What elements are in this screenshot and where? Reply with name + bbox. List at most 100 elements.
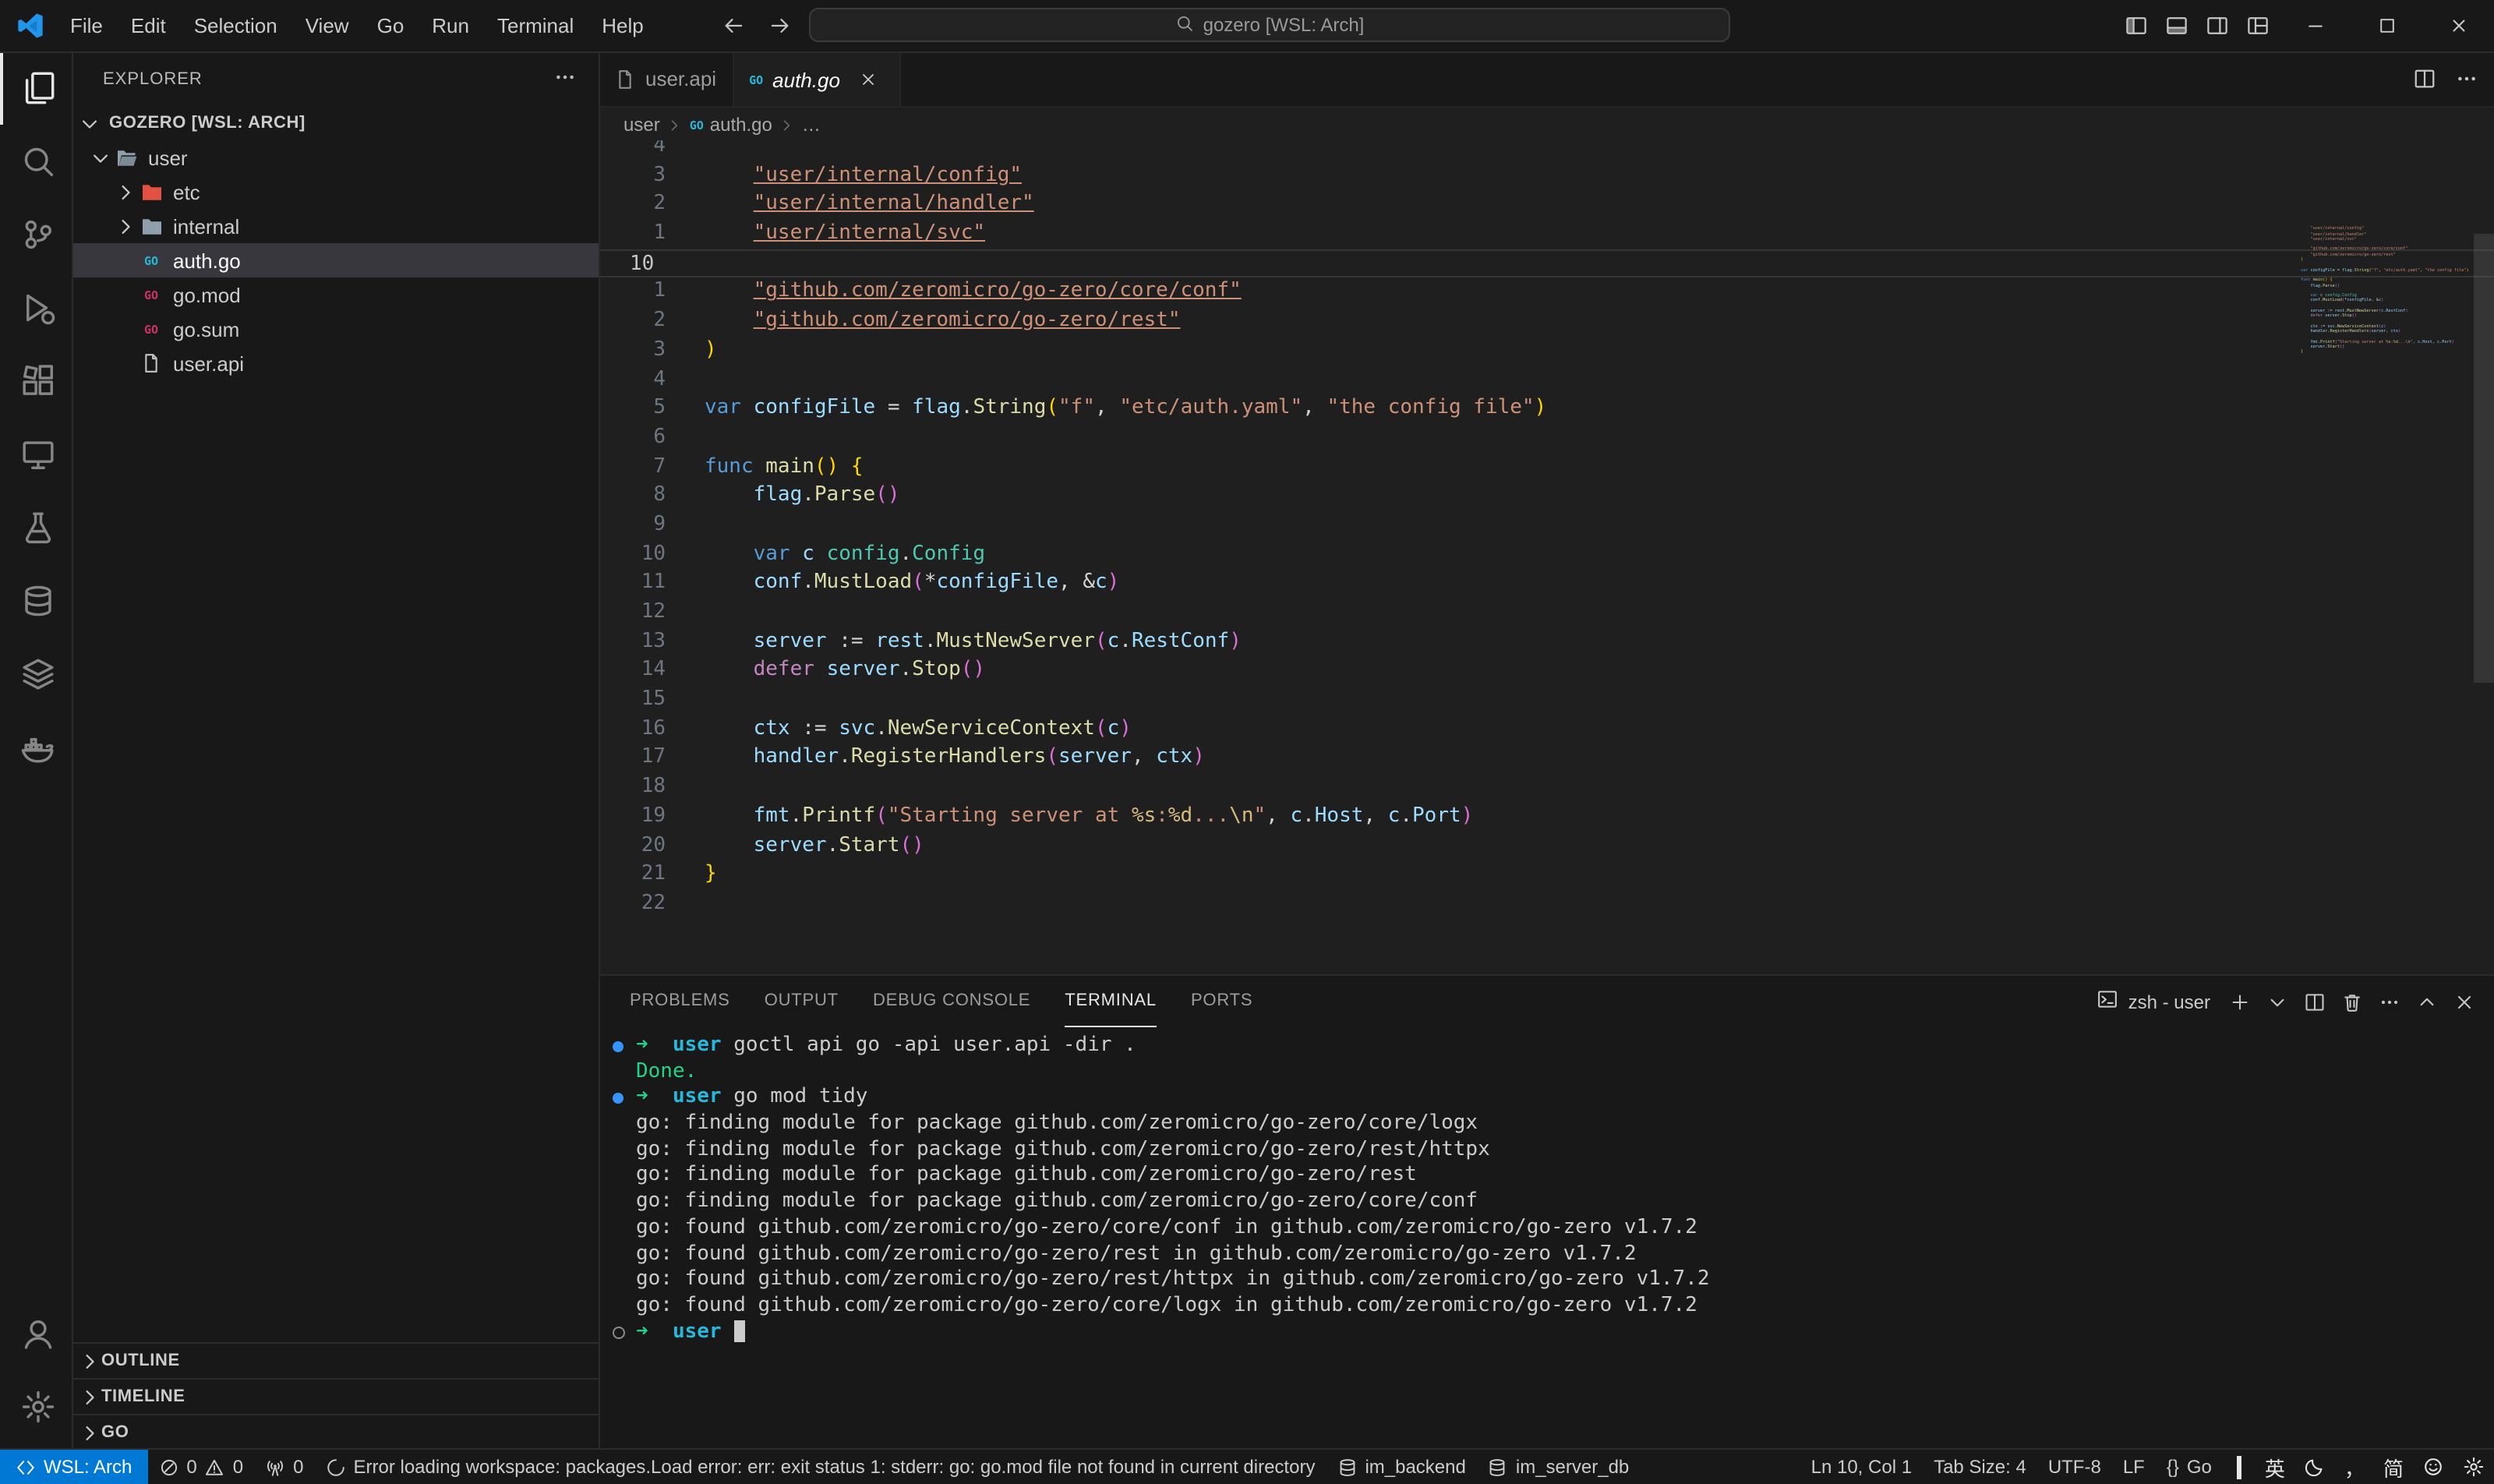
status-item-label: 0 bbox=[293, 1456, 303, 1478]
more-actions-icon[interactable] bbox=[2455, 67, 2478, 90]
activity-item-files[interactable] bbox=[0, 51, 72, 125]
new-terminal-button[interactable] bbox=[2223, 984, 2257, 1019]
terminal-text bbox=[648, 1320, 673, 1345]
maximize-button[interactable] bbox=[2351, 0, 2422, 51]
ime-settings[interactable] bbox=[2453, 1450, 2494, 1484]
breadcrumb-item-auth.go[interactable]: GOauth.go bbox=[690, 114, 772, 136]
activity-item-extensions[interactable] bbox=[0, 344, 72, 418]
activity-item-search[interactable] bbox=[0, 125, 72, 198]
tab-auth.go[interactable]: GOauth.go bbox=[733, 51, 901, 106]
back-button[interactable] bbox=[714, 7, 751, 44]
tree-item-auth.go[interactable]: GOauth.go bbox=[72, 243, 599, 277]
panel-tab-ports[interactable]: PORTS bbox=[1191, 976, 1252, 1027]
minimap[interactable]: "user/internal/config" "user/internal/ha… bbox=[2301, 221, 2472, 360]
maximize-panel-button[interactable] bbox=[2410, 984, 2444, 1019]
tree-item-go.sum[interactable]: GOgo.sum bbox=[72, 312, 599, 346]
activity-item-layers[interactable] bbox=[0, 638, 72, 711]
code-line: 1 "user/internal/svc" bbox=[599, 220, 2494, 249]
close-button[interactable] bbox=[2422, 0, 2494, 51]
split-editor-icon[interactable] bbox=[2413, 67, 2436, 90]
panel-tab-output[interactable]: OUTPUT bbox=[765, 976, 839, 1027]
status-item-label: im_backend bbox=[1365, 1456, 1465, 1478]
minimap-line: } bbox=[2301, 350, 2472, 355]
toggle-panel-button[interactable] bbox=[2157, 7, 2195, 44]
ime-text-cursor[interactable] bbox=[2223, 1450, 2256, 1484]
terminal-profile-selector[interactable]: zsh - user bbox=[2097, 988, 2210, 1015]
eol[interactable]: LF bbox=[2112, 1450, 2156, 1484]
menu-run[interactable]: Run bbox=[418, 0, 483, 51]
menu-edit[interactable]: Edit bbox=[117, 0, 180, 51]
forward-button[interactable] bbox=[761, 7, 798, 44]
tree-root[interactable]: GOZERO [WSL: ARCH] bbox=[72, 106, 599, 140]
line-number: 21 bbox=[599, 860, 705, 889]
problems[interactable]: 00 bbox=[147, 1450, 254, 1484]
editor-scrollbar[interactable] bbox=[2474, 234, 2494, 683]
panel-tab-terminal[interactable]: TERMINAL bbox=[1065, 976, 1157, 1027]
encoding[interactable]: UTF-8 bbox=[2037, 1450, 2112, 1484]
bottom-panel: PROBLEMS OUTPUT DEBUG CONSOLE TERMINAL PORTS… bbox=[599, 974, 2494, 1450]
terminal[interactable]: ➜ user goctl api go -api user.api -dir .… bbox=[613, 1034, 2472, 1443]
breadcrumb-item-…[interactable]: … bbox=[802, 114, 821, 136]
vscode-window: FileEditSelectionViewGoRunTerminalHelp g… bbox=[0, 0, 2494, 1484]
ime-dark-mode[interactable] bbox=[2294, 1450, 2335, 1484]
menu-view[interactable]: View bbox=[291, 0, 363, 51]
activity-item-database[interactable] bbox=[0, 564, 72, 638]
close-tab-button[interactable] bbox=[853, 64, 884, 95]
ime-lang-english[interactable]: 英 bbox=[2256, 1450, 2294, 1484]
extensions-icon bbox=[19, 363, 55, 399]
terminal-line: go: found github.com/zeromicro/go-zero/c… bbox=[613, 1294, 2472, 1320]
breadcrumb-item-user[interactable]: user bbox=[624, 114, 660, 136]
code-line: 7func main() { bbox=[599, 453, 2494, 482]
activity-item-settings[interactable] bbox=[0, 1370, 72, 1443]
minimap-line bbox=[2301, 304, 2472, 309]
section-timeline[interactable]: TIMELINE bbox=[72, 1378, 599, 1414]
connection-im-server-db[interactable]: im_server_db bbox=[1477, 1450, 1640, 1484]
language-mode[interactable]: {}Go bbox=[2156, 1450, 2223, 1484]
split-terminal-button[interactable] bbox=[2298, 984, 2332, 1019]
tree-item-go.mod[interactable]: GOgo.mod bbox=[72, 277, 599, 312]
activity-item-account[interactable] bbox=[0, 1297, 72, 1370]
indentation[interactable]: Tab Size: 4 bbox=[1923, 1450, 2037, 1484]
remote-indicator[interactable]: WSL: Arch bbox=[0, 1450, 147, 1484]
tab-user.api[interactable]: user.api bbox=[599, 51, 733, 106]
command-center[interactable]: gozero [WSL: Arch] bbox=[809, 8, 1730, 42]
section-outline[interactable]: OUTLINE bbox=[72, 1342, 599, 1378]
panel-tab-debug-console[interactable]: DEBUG CONSOLE bbox=[873, 976, 1030, 1027]
activity-item-remote-explorer[interactable] bbox=[0, 418, 72, 491]
menu-selection[interactable]: Selection bbox=[180, 0, 291, 51]
forwarded-ports[interactable]: 0 bbox=[254, 1450, 314, 1484]
tree-item-etc[interactable]: etc bbox=[72, 175, 599, 209]
toggle-secondary-sidebar-button[interactable] bbox=[2198, 7, 2235, 44]
toggle-primary-sidebar-button[interactable] bbox=[2117, 7, 2154, 44]
ime-punctuation[interactable]: ， bbox=[2335, 1450, 2374, 1484]
minimap-line bbox=[2301, 221, 2472, 227]
activity-item-source-control[interactable] bbox=[0, 198, 72, 271]
menu-go[interactable]: Go bbox=[363, 0, 419, 51]
more-actions-button[interactable] bbox=[2372, 984, 2407, 1019]
menu-terminal[interactable]: Terminal bbox=[483, 0, 588, 51]
close-panel-button[interactable] bbox=[2447, 984, 2482, 1019]
cursor-position[interactable]: Ln 10, Col 1 bbox=[1800, 1450, 1923, 1484]
kill-terminal-button[interactable] bbox=[2335, 984, 2369, 1019]
ime-simplified-chinese[interactable]: 简 bbox=[2374, 1450, 2413, 1484]
ime-emoji[interactable] bbox=[2413, 1450, 2453, 1484]
menu-file[interactable]: File bbox=[56, 0, 117, 51]
tree-item-internal[interactable]: internal bbox=[72, 209, 599, 243]
customize-layout-button[interactable] bbox=[2238, 7, 2276, 44]
line-number: 1 bbox=[599, 278, 705, 307]
activity-item-docker[interactable] bbox=[0, 711, 72, 784]
activity-item-run-debug[interactable] bbox=[0, 271, 72, 344]
minimize-button[interactable] bbox=[2279, 0, 2351, 51]
activity-item-testing[interactable] bbox=[0, 491, 72, 564]
panel-tab-problems[interactable]: PROBLEMS bbox=[630, 976, 730, 1027]
tree-item-user.api[interactable]: user.api bbox=[72, 346, 599, 380]
views-and-more-actions-icon[interactable] bbox=[553, 65, 577, 88]
section-go[interactable]: GO bbox=[72, 1414, 599, 1450]
code-line: 12 bbox=[599, 599, 2494, 627]
launch-profile-button[interactable] bbox=[2260, 984, 2294, 1019]
tree-item-user[interactable]: user bbox=[72, 140, 599, 175]
connection-im-backend[interactable]: im_backend bbox=[1326, 1450, 1476, 1484]
workspace-load-error[interactable]: Error loading workspace: packages.Load e… bbox=[315, 1450, 1326, 1484]
code-editor[interactable]: 43 "user/internal/config"2 "user/interna… bbox=[599, 140, 2494, 974]
menu-help[interactable]: Help bbox=[588, 0, 658, 51]
